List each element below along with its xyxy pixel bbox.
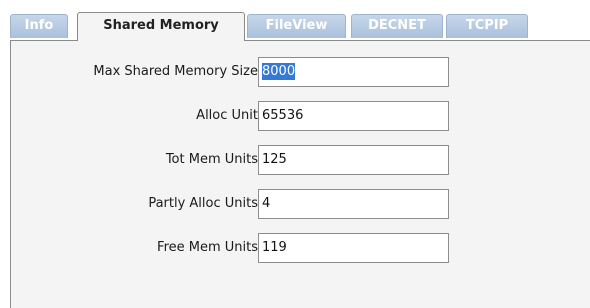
tot-mem-units-value: 125	[262, 152, 287, 167]
tot-mem-units-field[interactable]: 125	[258, 145, 449, 175]
alloc-unit-value: 65536	[262, 108, 304, 123]
alloc-unit-label: Alloc Unit	[196, 108, 258, 123]
tab-shared-memory[interactable]: Shared Memory	[77, 12, 245, 41]
alloc-unit-field[interactable]: 65536	[258, 101, 449, 131]
tab-strip: Info Shared Memory FileView DECNET TCPIP	[10, 12, 590, 41]
partly-alloc-units-field[interactable]: 4	[258, 189, 449, 219]
row-tot-mem-units: Tot Mem Units 125	[11, 145, 590, 175]
max-shared-memory-size-label: Max Shared Memory Size	[93, 64, 258, 79]
partly-alloc-units-value: 4	[262, 196, 271, 211]
free-mem-units-label: Free Mem Units	[157, 240, 258, 255]
max-shared-memory-size-value: 8000	[262, 63, 296, 80]
tab-fileview[interactable]: FileView	[247, 14, 346, 38]
tab-decnet[interactable]: DECNET	[351, 14, 443, 38]
row-alloc-unit: Alloc Unit 65536	[11, 101, 590, 131]
tab-info[interactable]: Info	[10, 14, 68, 38]
max-shared-memory-size-field[interactable]: 8000	[258, 57, 449, 87]
free-mem-units-field[interactable]: 119	[258, 233, 449, 263]
shared-memory-window: Info Shared Memory FileView DECNET TCPIP…	[0, 0, 590, 308]
free-mem-units-value: 119	[262, 240, 287, 255]
tab-tcpip[interactable]: TCPIP	[446, 14, 528, 38]
tot-mem-units-label: Tot Mem Units	[165, 152, 258, 167]
partly-alloc-units-label: Partly Alloc Units	[148, 196, 258, 211]
row-partly-alloc-units: Partly Alloc Units 4	[11, 189, 590, 219]
shared-memory-panel: Max Shared Memory Size 8000 Alloc Unit 6…	[10, 40, 590, 308]
row-free-mem-units: Free Mem Units 119	[11, 233, 590, 263]
row-max-shared-memory-size: Max Shared Memory Size 8000	[11, 57, 590, 87]
